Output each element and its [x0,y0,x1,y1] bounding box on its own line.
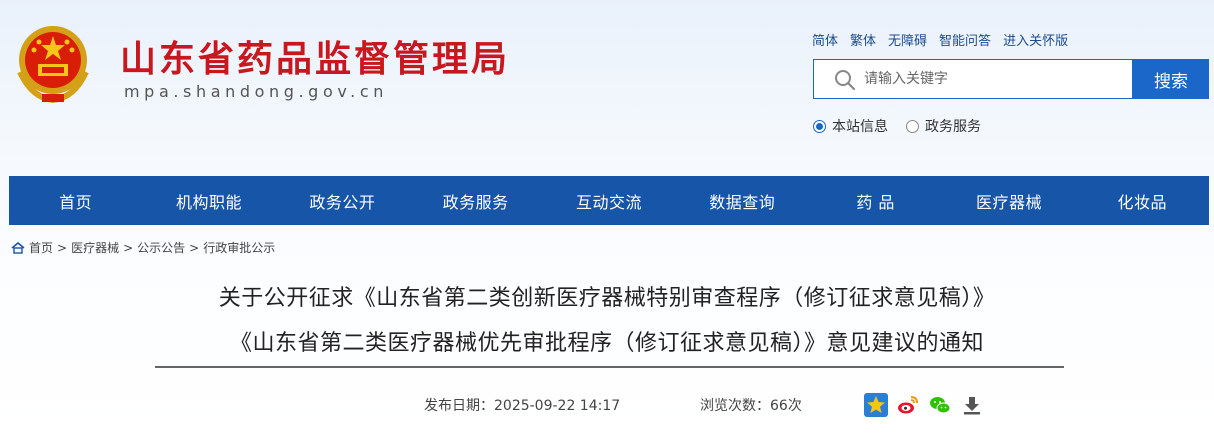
wechat-icon[interactable] [928,393,952,417]
link-accessibility[interactable]: 无障碍 [888,30,927,49]
nav-item-gov-services[interactable]: 政务服务 [409,176,542,225]
search-icon [835,70,856,91]
title-divider [155,366,1064,368]
nav-item-drugs[interactable]: 药 品 [809,176,942,225]
nav-item-medical-devices[interactable]: 医疗器械 [942,176,1075,225]
share-toolbar [864,393,984,417]
search-button[interactable]: 搜索 [1133,59,1209,99]
site-header: 山东省药品监督管理局 mpa.shandong.gov.cn 简体 繁体 无障碍… [0,0,1214,176]
home-icon [11,241,25,254]
nav-item-organization[interactable]: 机构职能 [142,176,275,225]
breadcrumb-admin-approval[interactable]: 行政审批公示 [203,239,275,256]
search-scope: 本站信息 政务服务 [813,116,981,136]
article-title-line1: 关于公开征求《山东省第二类创新医疗器械特别审查程序（修订征求意见稿）》 [218,286,996,311]
radio-label: 本站信息 [832,119,888,135]
link-traditional[interactable]: 繁体 [850,30,876,49]
link-simplified[interactable]: 简体 [812,30,838,49]
breadcrumb-separator: > [189,240,200,255]
national-emblem-icon [17,26,89,104]
breadcrumb-medical-devices[interactable]: 医疗器械 [71,239,119,256]
nav-item-cosmetics[interactable]: 化妆品 [1076,176,1209,225]
breadcrumb-home[interactable]: 首页 [29,239,53,256]
radio-site-info[interactable]: 本站信息 [813,116,888,136]
breadcrumb-announcements[interactable]: 公示公告 [137,239,185,256]
nav-item-interaction[interactable]: 互动交流 [542,176,675,225]
radio-checked-icon [813,119,826,133]
article-title-line2: 《山东省第二类医疗器械优先审批程序（修订征求意见稿）》意见建议的通知 [229,331,984,356]
view-count: 浏览次数：66次 [700,398,802,414]
search-input[interactable] [864,64,1124,94]
link-smart-qa[interactable]: 智能问答 [939,30,991,49]
radio-label: 政务服务 [925,119,981,135]
breadcrumb: 首页 > 医疗器械 > 公示公告 > 行政审批公示 [11,239,275,256]
link-care-version[interactable]: 进入关怀版 [1003,30,1068,49]
radio-gov-services[interactable]: 政务服务 [906,116,981,136]
main-nav: 首页 机构职能 政务公开 政务服务 互动交流 数据查询 药 品 医疗器械 化妆品 [9,176,1209,225]
download-icon[interactable] [960,393,984,417]
weibo-icon[interactable] [896,393,920,417]
nav-item-data-query[interactable]: 数据查询 [676,176,809,225]
radio-unchecked-icon [906,119,919,133]
search-box [813,59,1133,99]
favorite-star-icon[interactable] [864,393,888,417]
nav-item-home[interactable]: 首页 [9,176,142,225]
nav-item-gov-affairs[interactable]: 政务公开 [276,176,409,225]
top-links: 简体 繁体 无障碍 智能问答 进入关怀版 [812,30,1068,49]
site-title[interactable]: 山东省药品监督管理局 [120,30,510,82]
breadcrumb-separator: > [123,240,134,255]
publish-date: 发布日期：2025-09-22 14:17 [424,398,621,414]
breadcrumb-separator: > [57,240,68,255]
site-domain: mpa.shandong.gov.cn [124,82,388,101]
